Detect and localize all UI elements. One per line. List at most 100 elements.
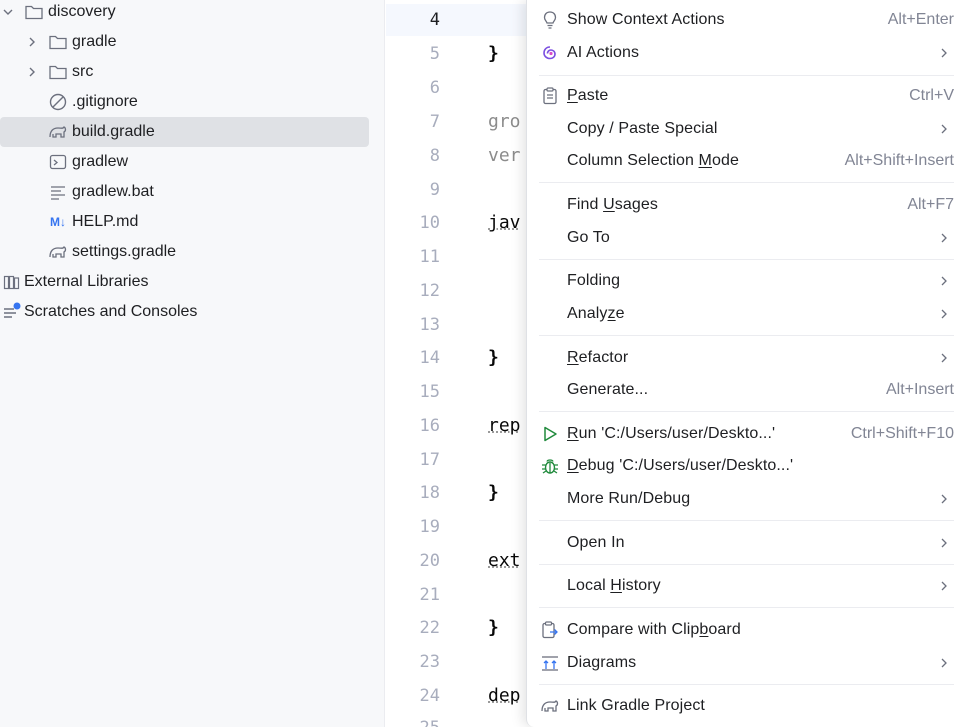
chevron-right-icon: [938, 655, 950, 671]
menu-item-shortcut: Alt+Insert: [885, 381, 954, 398]
debug-bug-icon: [539, 455, 561, 477]
menu-item-label: Debug 'C:/Users/user/Deskto...': [567, 457, 794, 474]
menu-item-label: Analyze: [567, 305, 625, 322]
chevron-right-icon: [938, 535, 950, 551]
code-text: ext: [488, 550, 521, 571]
menu-item-column-selection-mode[interactable]: Column Selection Mode Alt+Shift+Insert: [527, 145, 965, 177]
chevron-right-icon: [938, 121, 950, 137]
menu-item-link-gradle-project[interactable]: Link Gradle Project: [527, 690, 965, 722]
tree-item-gitignore[interactable]: .gitignore: [0, 87, 369, 117]
scratches-icon: [2, 301, 22, 321]
chevron-right-icon: [938, 45, 950, 61]
line-number: 19: [419, 517, 440, 537]
menu-item-refactor[interactable]: Refactor: [527, 342, 965, 374]
line-number: 22: [419, 618, 440, 638]
chevron-right-icon[interactable]: [24, 64, 40, 80]
tree-item-gradlew[interactable]: gradlew: [0, 147, 369, 177]
tree-item-label: build.gradle: [72, 123, 155, 140]
menu-item-shortcut: Alt+Shift+Insert: [844, 152, 954, 169]
gradle-elephant-icon: [48, 122, 68, 142]
code-text: }: [488, 43, 499, 64]
code-text: rep: [488, 415, 521, 436]
compare-clipboard-icon: [539, 619, 561, 641]
diagram-icon: [539, 652, 561, 674]
tree-item-gradlew-bat[interactable]: gradlew.bat: [0, 177, 369, 207]
line-number: 17: [419, 450, 440, 470]
menu-item-label: Folding: [567, 272, 621, 289]
menu-item-ai-actions[interactable]: AI Actions: [527, 37, 965, 69]
folder-icon: [48, 32, 68, 52]
menu-item-label: Run 'C:/Users/user/Deskto...': [567, 425, 776, 442]
gradle-elephant-icon: [48, 242, 68, 262]
menu-item-debug[interactable]: Debug 'C:/Users/user/Deskto...': [527, 450, 965, 482]
menu-item-local-history[interactable]: Local History: [527, 570, 965, 602]
line-number: 15: [419, 382, 440, 402]
line-number: 6: [429, 78, 440, 98]
tree-item-label: gradlew.bat: [72, 183, 154, 200]
tree-item-label: HELP.md: [72, 213, 139, 230]
menu-item-label: Paste: [567, 87, 609, 104]
menu-item-generate[interactable]: Generate... Alt+Insert: [527, 374, 965, 406]
line-number: 10: [419, 213, 440, 233]
tree-item-settings-gradle[interactable]: settings.gradle: [0, 237, 369, 267]
menu-separator: [539, 684, 954, 685]
chevron-right-icon: [938, 230, 950, 246]
menu-separator: [539, 75, 954, 76]
menu-item-label: Diagrams: [567, 654, 637, 671]
code-text: }: [488, 482, 499, 503]
menu-item-copy-paste-special[interactable]: Copy / Paste Special: [527, 113, 965, 145]
chevron-right-icon: [938, 306, 950, 322]
menu-separator: [539, 335, 954, 336]
tree-item-src[interactable]: src: [0, 57, 369, 87]
tree-item-build-gradle[interactable]: build.gradle: [0, 117, 369, 147]
menu-item-go-to[interactable]: Go To: [527, 222, 965, 254]
clipboard-icon: [539, 85, 561, 107]
gradle-elephant-icon: [539, 695, 561, 717]
menu-item-open-in[interactable]: Open In: [527, 527, 965, 559]
tree-item-label: External Libraries: [24, 273, 149, 290]
line-number: 16: [419, 416, 440, 436]
line-number: 8: [429, 146, 440, 166]
line-number: 20: [419, 551, 440, 571]
tree-item-discovery[interactable]: discovery: [0, 0, 369, 27]
menu-item-analyze[interactable]: Analyze: [527, 298, 965, 330]
menu-item-label: AI Actions: [567, 44, 640, 61]
libraries-icon: [2, 272, 22, 292]
chevron-down-icon[interactable]: [0, 4, 16, 20]
menu-item-label: Link Gradle Project: [567, 697, 705, 714]
menu-item-diagrams[interactable]: Diagrams: [527, 647, 965, 679]
tree-item-label: discovery: [48, 3, 116, 20]
menu-separator: [539, 411, 954, 412]
code-text: ver: [488, 145, 521, 166]
tree-item-help-md[interactable]: M↓ HELP.md: [0, 207, 369, 237]
folder-icon: [48, 62, 68, 82]
menu-item-folding[interactable]: Folding: [527, 265, 965, 297]
tree-item-scratches[interactable]: Scratches and Consoles: [0, 297, 369, 327]
tree-item-label: settings.gradle: [72, 243, 177, 260]
tree-item-label: .gitignore: [72, 93, 138, 110]
menu-item-shortcut: Alt+Enter: [887, 11, 954, 28]
menu-item-show-context-actions[interactable]: Show Context Actions Alt+Enter: [527, 4, 965, 36]
line-number: 5: [429, 44, 440, 64]
menu-separator: [539, 520, 954, 521]
menu-item-shortcut: Ctrl+V: [909, 87, 954, 104]
menu-item-find-usages[interactable]: Find Usages Alt+F7: [527, 189, 965, 221]
menu-item-label: Go To: [567, 229, 610, 246]
menu-item-label: Refactor: [567, 349, 629, 366]
tree-item-gradle[interactable]: gradle: [0, 27, 369, 57]
tree-item-external-libraries[interactable]: External Libraries: [0, 267, 369, 297]
chevron-right-icon[interactable]: [24, 34, 40, 50]
menu-item-shortcut: Ctrl+Shift+F10: [850, 425, 954, 442]
menu-item-paste[interactable]: Paste Ctrl+V: [527, 80, 965, 112]
line-number: 7: [429, 112, 440, 132]
chevron-right-icon: [938, 350, 950, 366]
menu-item-more-run-debug[interactable]: More Run/Debug: [527, 483, 965, 515]
folder-icon: [24, 2, 44, 22]
menu-item-label: Show Context Actions: [567, 11, 725, 28]
tree-item-label: src: [72, 63, 94, 80]
code-text: }: [488, 617, 499, 638]
chevron-right-icon: [938, 578, 950, 594]
menu-item-compare-with-clipboard[interactable]: Compare with Clipboard: [527, 614, 965, 646]
menu-separator: [539, 564, 954, 565]
menu-item-run[interactable]: Run 'C:/Users/user/Deskto...' Ctrl+Shift…: [527, 418, 965, 450]
